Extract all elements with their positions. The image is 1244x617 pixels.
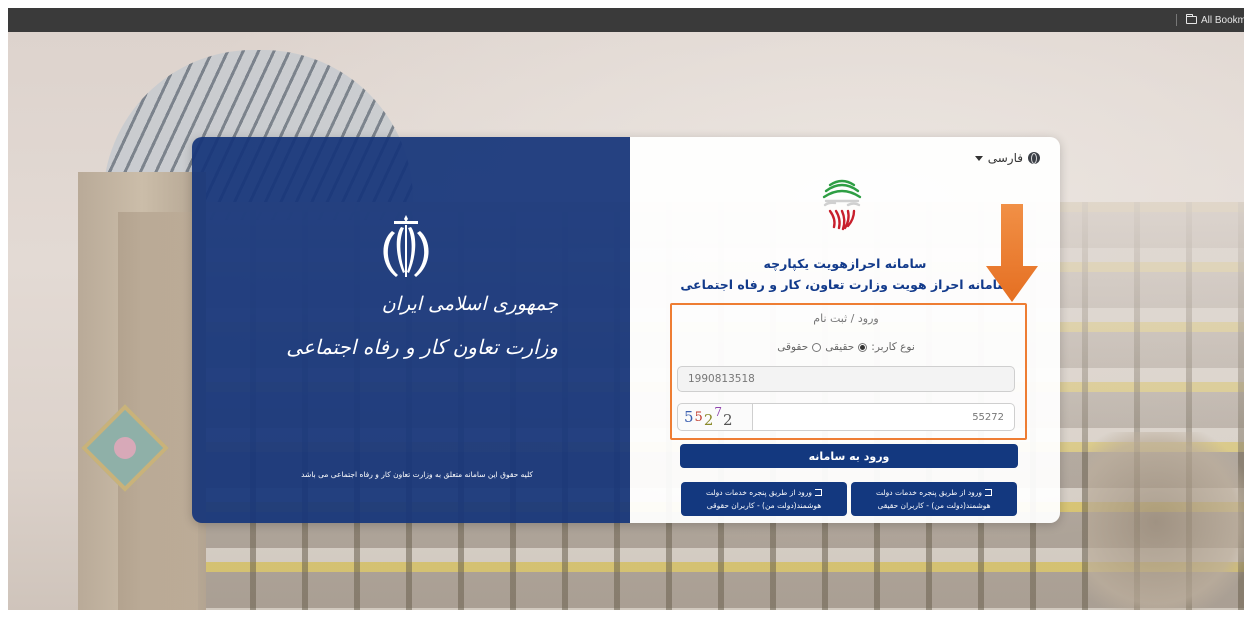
globe-icon — [1028, 152, 1040, 164]
gov-title: جمهوری اسلامی ایران — [381, 293, 558, 315]
login-submit-button[interactable]: ورود به سامانه — [680, 444, 1018, 468]
brand-panel: جمهوری اسلامی ایران وزارت تعاون کار و رف… — [192, 137, 630, 523]
caret-down-icon — [974, 155, 983, 161]
dolat-man-legal-button[interactable]: ورود از طریق پنجره خدمات دولت هوشمند(دول… — [681, 482, 847, 516]
ministry-title: وزارت تعاون کار و رفاه اجتماعی — [286, 335, 558, 359]
language-selector[interactable]: فارسی — [974, 151, 1040, 165]
bookmarks-bar: All Bookmarks — [8, 8, 1244, 32]
bookmarks-separator — [1176, 14, 1177, 26]
dolat-man-legal-label: ورود از طریق پنجره خدمات دولت هوشمند(دول… — [705, 488, 822, 510]
folder-icon — [1186, 14, 1197, 24]
language-label: فارسی — [987, 151, 1023, 165]
arrow-down-icon — [986, 204, 1038, 302]
fingerprint-logo-icon — [822, 179, 862, 231]
screen: All Bookmarks جمهوری — [0, 0, 1244, 617]
iran-emblem-icon — [383, 215, 429, 277]
copyright-text: کلیه حقوق این سامانه متعلق به وزارت تعاو… — [301, 470, 533, 479]
all-bookmarks-button[interactable]: All Bookmarks — [1186, 12, 1244, 28]
annotation-highlight-box — [670, 303, 1027, 440]
sign-in-icon — [985, 489, 993, 496]
dolat-man-real-label: ورود از طریق پنجره خدمات دولت هوشمند(دول… — [875, 488, 991, 510]
all-bookmarks-label: All Bookmarks — [1201, 14, 1244, 26]
sign-in-icon — [815, 489, 823, 496]
dolat-man-real-button[interactable]: ورود از طریق پنجره خدمات دولت هوشمند(دول… — [851, 482, 1017, 516]
